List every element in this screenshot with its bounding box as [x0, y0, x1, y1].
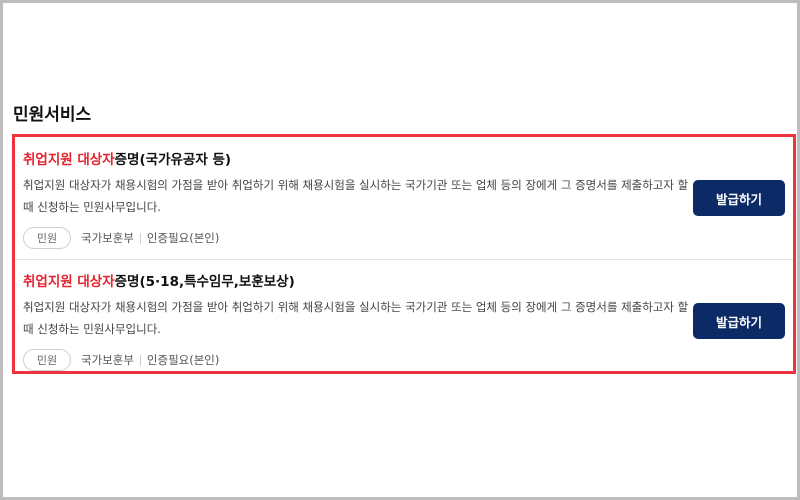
- service-item: 취업지원 대상자증명(국가유공자 등) 취업지원 대상자가 채용시험의 가점을 …: [15, 137, 793, 259]
- organization-label: 국가보훈부: [81, 231, 134, 245]
- service-title[interactable]: 취업지원 대상자증명(국가유공자 등): [23, 150, 785, 170]
- organization-label: 국가보훈부: [81, 353, 134, 367]
- category-tag: 민원: [23, 227, 71, 249]
- service-list: 취업지원 대상자증명(국가유공자 등) 취업지원 대상자가 채용시험의 가점을 …: [12, 134, 796, 374]
- section-title: 민원서비스: [13, 105, 92, 125]
- meta-divider: [139, 354, 141, 366]
- service-title[interactable]: 취업지원 대상자증명(5·18,특수임무,보훈보상): [23, 272, 785, 292]
- category-tag: 민원: [23, 349, 71, 371]
- service-meta: 민원 국가보훈부 인증필요(본인): [23, 349, 785, 371]
- service-title-rest: 증명(국가유공자 등): [114, 152, 232, 168]
- issue-button[interactable]: 발급하기: [693, 303, 785, 339]
- issue-button[interactable]: 발급하기: [693, 180, 785, 216]
- service-description: 취업지원 대상자가 채용시험의 가점을 받아 취업하기 위해 채용시험을 실시하…: [23, 300, 689, 336]
- service-item: 취업지원 대상자증명(5·18,특수임무,보훈보상) 취업지원 대상자가 채용시…: [15, 259, 793, 371]
- service-title-rest: 증명(5·18,특수임무,보훈보상): [114, 274, 295, 290]
- service-meta: 민원 국가보훈부 인증필요(본인): [23, 227, 785, 249]
- auth-requirement-label: 인증필요(본인): [146, 353, 220, 367]
- service-title-highlight: 취업지원 대상자: [23, 152, 115, 168]
- service-description: 취업지원 대상자가 채용시험의 가점을 받아 취업하기 위해 채용시험을 실시하…: [23, 178, 689, 214]
- auth-requirement-label: 인증필요(본인): [146, 231, 220, 245]
- service-title-highlight: 취업지원 대상자: [23, 274, 115, 290]
- meta-divider: [139, 232, 141, 244]
